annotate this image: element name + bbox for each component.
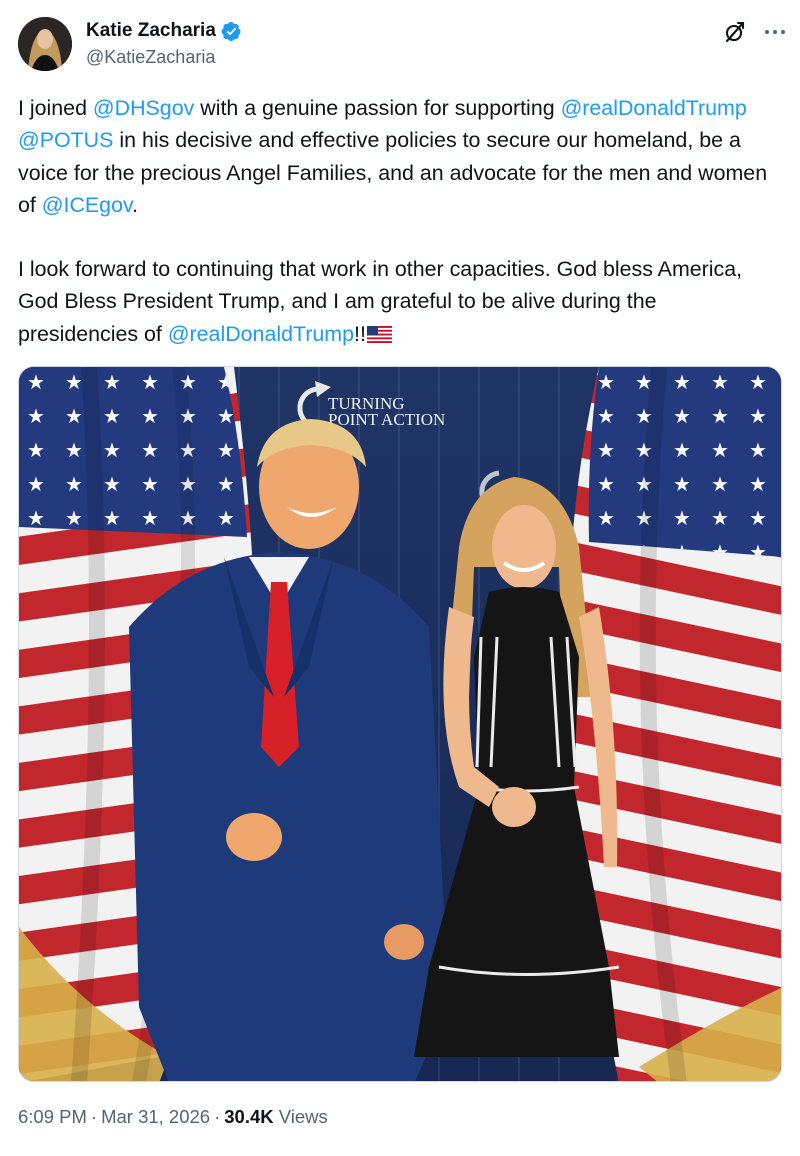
backdrop-text-2: POINT ACTION [328,410,445,429]
mention-link[interactable]: @POTUS [18,128,113,152]
text-segment: I joined [18,96,93,120]
us-flag-emoji-icon [366,320,392,343]
verified-badge-icon [221,21,242,42]
text-segment: . [132,192,139,217]
author-handle[interactable]: @KatieZacharia [86,47,215,68]
display-name[interactable]: Katie Zacharia [86,20,216,42]
separator: · [214,1106,221,1127]
text-segment: with a genuine passion for supporting [194,96,561,120]
grok-icon[interactable] [723,20,747,44]
views-label: Views [278,1106,328,1127]
mention-link[interactable]: @ICEgov [42,193,132,217]
name-row: Katie Zacharia [86,20,242,42]
mention-link[interactable]: @DHSgov [93,96,194,120]
tweet-meta: 6:09 PM · Mar 31, 2026 · 30.4K Views [18,1106,328,1128]
mention-link[interactable]: @realDonaldTrump [168,322,354,346]
tweet-text: I joined @DHSgov with a genuine passion … [18,92,782,350]
mention-link[interactable]: @realDonaldTrump [561,96,747,120]
post-date[interactable]: Mar 31, 2026 [101,1106,210,1127]
avatar[interactable] [18,17,72,71]
post-time[interactable]: 6:09 PM [18,1106,87,1127]
tweet-header: Katie Zacharia @KatieZacharia [18,14,785,74]
more-options-icon[interactable] [761,22,789,42]
tweet-paragraph-1: I joined @DHSgov with a genuine passion … [18,92,782,221]
text-segment: !! [354,321,366,346]
tweet-paragraph-2: I look forward to continuing that work i… [18,253,782,350]
separator: · [90,1106,98,1127]
views-count[interactable]: 30.4K [224,1106,273,1127]
tweet-photo[interactable]: ★ TURNING POINT ACTION [18,366,782,1082]
